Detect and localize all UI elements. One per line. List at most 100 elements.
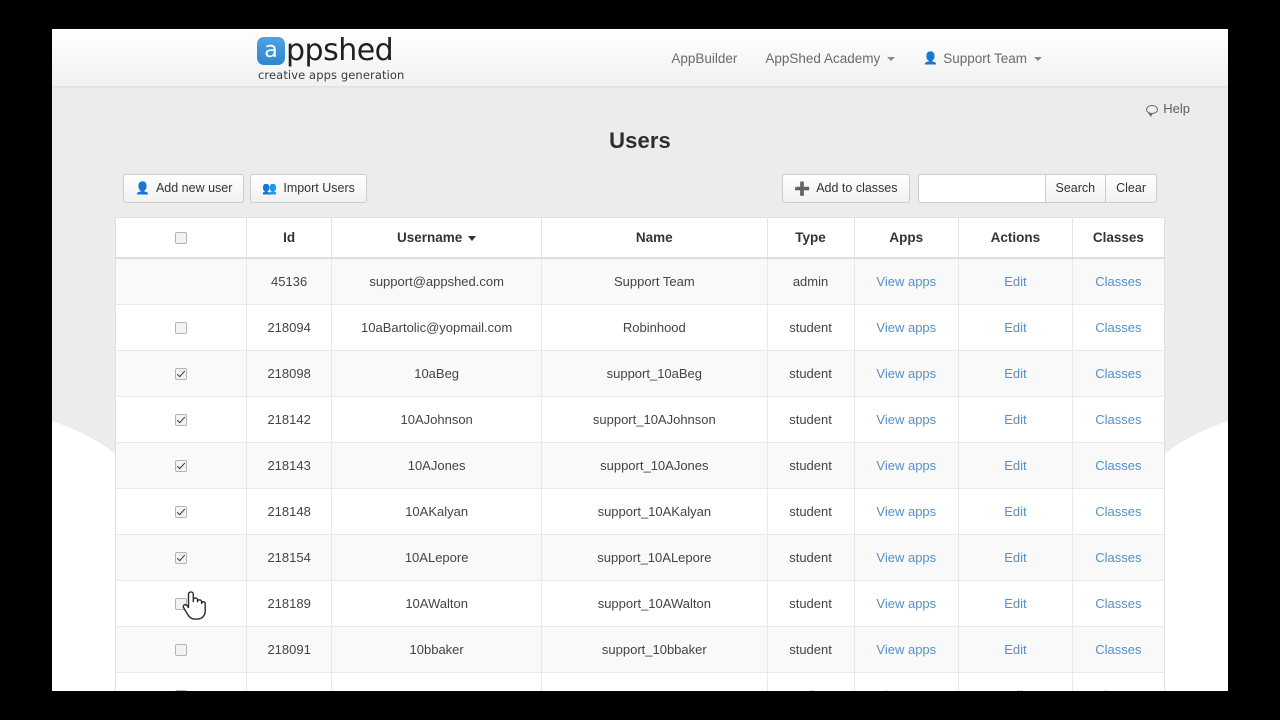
row-select-cell bbox=[115, 257, 248, 304]
row-classes-cell: Classes bbox=[1072, 487, 1165, 534]
row-select-checkbox[interactable] bbox=[175, 506, 188, 519]
row-type-cell: student bbox=[767, 625, 855, 672]
nav-item-appbuilder[interactable]: AppBuilder bbox=[657, 51, 751, 66]
classes-link[interactable]: Classes bbox=[1095, 458, 1141, 473]
header-type[interactable]: Type bbox=[767, 217, 855, 259]
row-actions-cell: Edit bbox=[958, 303, 1073, 350]
row-id-cell: 218135 bbox=[246, 671, 333, 691]
row-select-checkbox[interactable] bbox=[175, 690, 188, 691]
classes-link[interactable]: Classes bbox=[1095, 550, 1141, 565]
page-title: Users bbox=[609, 128, 671, 153]
help-link[interactable]: Help bbox=[1146, 101, 1190, 117]
edit-link[interactable]: Edit bbox=[1004, 366, 1026, 381]
classes-link[interactable]: Classes bbox=[1095, 642, 1141, 657]
view-apps-link[interactable]: View apps bbox=[876, 642, 936, 657]
edit-link[interactable]: Edit bbox=[1004, 642, 1026, 657]
classes-link[interactable]: Classes bbox=[1095, 688, 1141, 692]
add-to-classes-button[interactable]: ➕ Add to classes bbox=[782, 174, 910, 203]
row-username-cell: support@appshed.com bbox=[331, 257, 543, 304]
view-apps-link[interactable]: View apps bbox=[876, 504, 936, 519]
view-apps-link[interactable]: View apps bbox=[876, 274, 936, 289]
row-select-checkbox[interactable] bbox=[175, 644, 188, 657]
row-apps-cell: View apps bbox=[854, 579, 960, 626]
row-type-cell: student bbox=[767, 303, 855, 350]
row-type-cell: student bbox=[767, 533, 855, 580]
edit-link[interactable]: Edit bbox=[1004, 320, 1026, 335]
classes-link[interactable]: Classes bbox=[1095, 320, 1141, 335]
header-id[interactable]: Id bbox=[246, 217, 333, 259]
view-apps-link[interactable]: View apps bbox=[876, 366, 936, 381]
view-apps-link[interactable]: View apps bbox=[876, 412, 936, 427]
classes-link[interactable]: Classes bbox=[1095, 412, 1141, 427]
search-input[interactable] bbox=[917, 174, 1045, 203]
import-users-button[interactable]: 👥 Import Users bbox=[250, 174, 367, 203]
row-id-cell: 218189 bbox=[246, 579, 333, 626]
header-name-label: Name bbox=[635, 230, 673, 245]
add-new-user-label: Add new user bbox=[155, 180, 233, 195]
row-type-cell: student bbox=[767, 395, 855, 442]
header-id-label: Id bbox=[283, 230, 296, 245]
row-name-cell: Support Team bbox=[541, 257, 768, 304]
header-username-label: Username bbox=[396, 230, 463, 245]
row-actions-cell: Edit bbox=[958, 579, 1073, 626]
users-table-container: Id Username Name Type Apps Actions Class… bbox=[115, 217, 1165, 691]
row-username-cell: 10BHorn bbox=[331, 671, 543, 691]
users-table: Id Username Name Type Apps Actions Class… bbox=[115, 217, 1165, 691]
row-classes-cell: Classes bbox=[1072, 395, 1165, 442]
header-name[interactable]: Name bbox=[541, 217, 768, 259]
select-all-checkbox[interactable] bbox=[175, 232, 188, 245]
header-classes[interactable]: Classes bbox=[1072, 217, 1165, 259]
nav-item-appshed-academy[interactable]: AppShed Academy bbox=[751, 51, 909, 66]
nav-item-support-team[interactable]: 👤 Support Team bbox=[909, 51, 1056, 66]
row-id-cell: 218154 bbox=[246, 533, 333, 580]
people-group-icon: 👥 bbox=[262, 181, 278, 195]
edit-link[interactable]: Edit bbox=[1004, 596, 1026, 611]
row-username-cell: 10AWalton bbox=[331, 579, 543, 626]
view-apps-link[interactable]: View apps bbox=[876, 596, 936, 611]
classes-link[interactable]: Classes bbox=[1095, 504, 1141, 519]
table-row: 218098 10aBeg support_10aBeg student View ap… bbox=[115, 349, 1165, 396]
view-apps-link[interactable]: View apps bbox=[876, 688, 936, 692]
users-table-head: Id Username Name Type Apps Actions Class… bbox=[115, 217, 1165, 259]
table-row: 218148 10AKalyan support_10AKalyan student V… bbox=[115, 487, 1165, 534]
primary-nav: AppBuilder AppShed Academy 👤 Support Tea… bbox=[657, 29, 1056, 87]
user-icon: 👤 bbox=[923, 51, 939, 65]
view-apps-link[interactable]: View apps bbox=[876, 550, 936, 565]
row-name-cell: support_10AJohnson bbox=[541, 395, 768, 442]
add-new-user-button[interactable]: 👤 Add new user bbox=[123, 174, 245, 203]
view-apps-link[interactable]: View apps bbox=[876, 320, 936, 335]
browser-page: a ppshed creative apps generation AppBui… bbox=[52, 29, 1228, 691]
classes-link[interactable]: Classes bbox=[1095, 274, 1141, 289]
header-username[interactable]: Username bbox=[331, 217, 543, 259]
row-select-cell bbox=[115, 303, 248, 350]
edit-link[interactable]: Edit bbox=[1004, 412, 1026, 427]
row-select-cell bbox=[115, 533, 248, 580]
row-select-checkbox[interactable] bbox=[175, 322, 188, 335]
row-select-checkbox[interactable] bbox=[175, 368, 188, 381]
row-select-checkbox[interactable] bbox=[175, 552, 188, 565]
edit-link[interactable]: Edit bbox=[1004, 458, 1026, 473]
row-select-checkbox[interactable] bbox=[175, 460, 188, 473]
search-button[interactable]: Search bbox=[1044, 174, 1106, 203]
help-label: Help bbox=[1163, 101, 1190, 116]
row-type-cell: student bbox=[767, 441, 855, 488]
sort-desc-icon bbox=[468, 236, 477, 241]
classes-link[interactable]: Classes bbox=[1095, 366, 1141, 381]
edit-link[interactable]: Edit bbox=[1004, 550, 1026, 565]
row-select-checkbox[interactable] bbox=[175, 598, 188, 611]
header-apps[interactable]: Apps bbox=[854, 217, 960, 259]
row-actions-cell: Edit bbox=[958, 533, 1073, 580]
import-users-label: Import Users bbox=[283, 180, 355, 195]
edit-link[interactable]: Edit bbox=[1004, 688, 1026, 692]
row-classes-cell: Classes bbox=[1072, 579, 1165, 626]
classes-link[interactable]: Classes bbox=[1095, 596, 1141, 611]
edit-link[interactable]: Edit bbox=[1004, 274, 1026, 289]
edit-link[interactable]: Edit bbox=[1004, 504, 1026, 519]
clear-button[interactable]: Clear bbox=[1105, 174, 1157, 203]
row-select-cell bbox=[115, 625, 248, 672]
header-actions[interactable]: Actions bbox=[958, 217, 1073, 259]
appshed-logo[interactable]: a ppshed creative apps generation bbox=[257, 36, 457, 82]
row-actions-cell: Edit bbox=[958, 257, 1073, 304]
view-apps-link[interactable]: View apps bbox=[876, 458, 936, 473]
row-select-checkbox[interactable] bbox=[175, 414, 188, 427]
